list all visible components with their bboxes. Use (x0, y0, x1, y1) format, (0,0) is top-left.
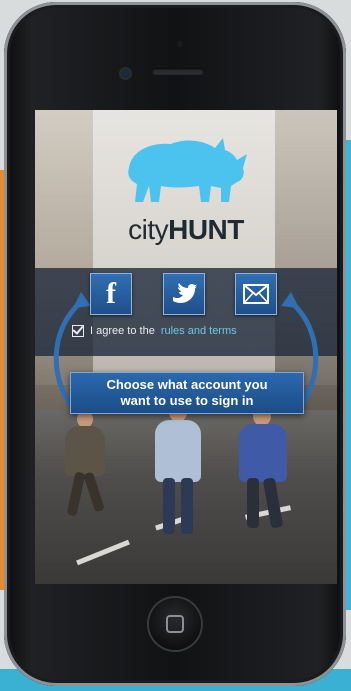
tooltip-line-1: Choose what account you (106, 377, 268, 392)
rhino-icon (128, 138, 247, 202)
app-logo: cityHUNT (35, 120, 337, 270)
app-wordmark: cityHUNT (35, 214, 337, 246)
terms-checkbox[interactable] (72, 325, 84, 337)
signin-hint-tooltip: Choose what account you want to use to s… (70, 372, 304, 414)
tooltip-line-2: want to use to sign in (120, 393, 254, 408)
wordmark-city: city (128, 214, 169, 245)
terms-prefix-label: I agree to the (90, 325, 155, 337)
app-screen: cityHUNT f I agree to the rules and term… (35, 110, 337, 584)
home-button[interactable] (149, 598, 201, 650)
mockup-stage: cityHUNT f I agree to the rules and term… (0, 0, 351, 691)
earpiece-speaker (152, 68, 204, 75)
proximity-sensor (177, 41, 183, 47)
rules-and-terms-link[interactable]: rules and terms (161, 325, 237, 337)
terms-agreement: I agree to the rules and terms (72, 323, 237, 339)
envelope-icon (243, 284, 269, 304)
phone-device: cityHUNT f I agree to the rules and term… (4, 2, 346, 686)
front-camera-icon (121, 69, 130, 78)
email-signin-button[interactable] (235, 273, 277, 315)
twitter-bird-icon (173, 283, 197, 303)
facebook-signin-button[interactable]: f (90, 273, 132, 315)
wordmark-hunt: HUNT (168, 214, 244, 245)
facebook-icon: f (106, 277, 116, 310)
twitter-signin-button[interactable] (163, 273, 205, 315)
home-square-icon (166, 615, 184, 633)
